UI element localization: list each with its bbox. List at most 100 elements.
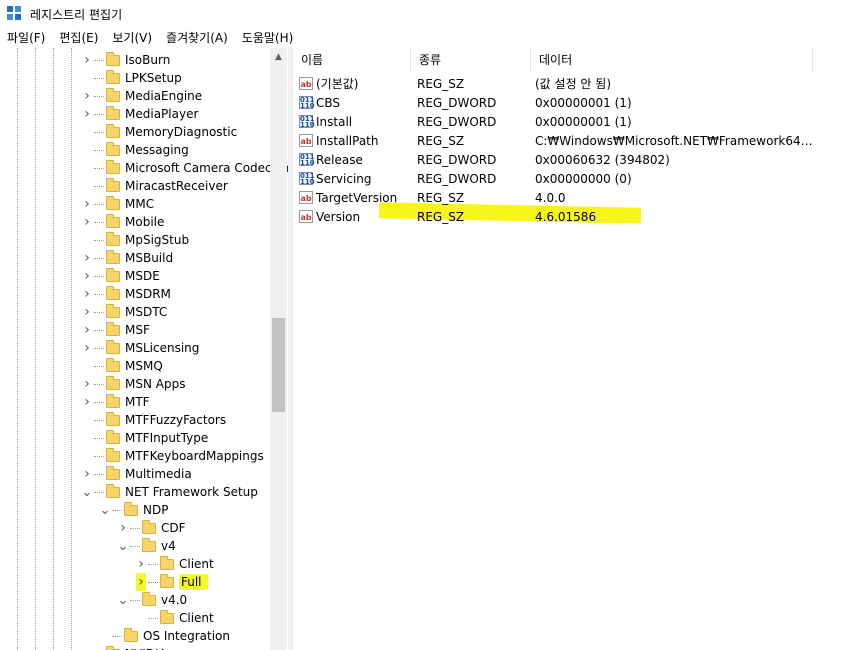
tree-node[interactable]: OS Integration [100,627,230,645]
tree-node[interactable]: › Full [136,573,208,591]
column-header-name[interactable]: 이름 [293,48,411,72]
tree-node-label[interactable]: MMC [125,197,154,211]
tree-node-label[interactable]: Client [179,611,214,625]
tree-node[interactable]: MTFKeyboardMappings [82,447,264,465]
tree-node-label[interactable]: MpSigStub [125,233,189,247]
tree-node[interactable]: › MTF [82,393,150,411]
expand-chevron-icon[interactable]: › [82,195,92,213]
tree-node-label[interactable]: v4 [161,539,176,553]
tree-node[interactable]: Client [136,609,214,627]
collapse-chevron-icon[interactable]: ⌄ [82,483,93,501]
tree-node[interactable]: › MSLicensing [82,339,199,357]
tree-node[interactable]: › MediaPlayer [82,105,198,123]
value-name-cell[interactable]: 011 110 Release [293,153,411,167]
tree-node-label[interactable]: MemoryDiagnostic [125,125,237,139]
expand-chevron-icon[interactable]: › [82,645,92,650]
tree-node[interactable]: LPKSetup [82,69,182,87]
tree-node[interactable]: › MSN Apps [82,375,185,393]
value-row[interactable]: 011 110 Release REG_DWORD 0x00060632 (394802… [293,150,864,169]
tree-node[interactable]: Microsoft Camera Codec Pa [82,159,288,177]
tree-node-label[interactable]: MSDRM [125,287,171,301]
tree-node-label[interactable]: v4.0 [161,593,187,607]
tree-node[interactable]: › CDF [118,519,186,537]
expand-chevron-icon[interactable]: › [136,555,146,573]
tree-node-label[interactable]: MTF [125,395,150,409]
expand-chevron-icon[interactable]: › [82,465,92,483]
scroll-up-arrow-icon[interactable]: ▲ [270,48,287,65]
value-row[interactable]: 011 110 Servicing REG_DWORD 0x00000000 (0) [293,169,864,188]
value-row[interactable]: ab (기본값) REG_SZ (값 설정 안 됨) [293,74,864,93]
value-row[interactable]: ab TargetVersion REG_SZ 4.0.0 [293,188,864,207]
tree-node-label[interactable]: Messaging [125,143,189,157]
tree-node-label[interactable]: Microsoft Camera Codec Pa [125,161,288,175]
tree-node-label[interactable]: MediaPlayer [125,107,198,121]
expand-chevron-icon[interactable]: › [82,105,92,123]
tree-node[interactable]: ›NVIDIA [82,645,167,650]
tree-node[interactable]: › MSDRM [82,285,171,303]
tree-node-label[interactable]: LPKSetup [125,71,182,85]
tree-node[interactable]: › MediaEngine [82,87,202,105]
tree-node-label[interactable]: Mobile [125,215,164,229]
value-name-cell[interactable]: ab (기본값) [293,75,411,92]
registry-values-list[interactable]: 이름 종류 데이터 ab (기본값) REG_SZ (값 설정 안 됨) 011 110 C… [293,48,864,650]
value-name-cell[interactable]: 011 110 CBS [293,96,411,110]
tree-node[interactable]: › MSBuild [82,249,173,267]
collapse-chevron-icon[interactable]: ⌄ [100,501,111,519]
tree-node[interactable]: MTFInputType [82,429,208,447]
tree-node-label[interactable]: MSBuild [125,251,173,265]
tree-node-label[interactable]: Multimedia [125,467,192,481]
value-name-cell[interactable]: ab Version [293,210,411,224]
expand-chevron-icon[interactable]: › [82,51,92,69]
collapse-chevron-icon[interactable]: ⌄ [118,591,129,609]
tree-node[interactable]: › MSDTC [82,303,167,321]
value-name-cell[interactable]: 011 110 Servicing [293,172,411,186]
tree-node[interactable]: › MMC [82,195,154,213]
tree-node-label[interactable]: MiracastReceiver [125,179,228,193]
tree-node-label[interactable]: NET Framework Setup [125,485,258,499]
collapse-chevron-icon[interactable]: ⌄ [118,537,129,555]
value-name-cell[interactable]: 011 110 Install [293,115,411,129]
tree-node-label[interactable]: MSLicensing [125,341,199,355]
tree-node-label[interactable]: MTFKeyboardMappings [125,449,264,463]
tree-node-label[interactable]: MSMQ [125,359,163,373]
menu-edit[interactable]: 편집(E) [52,28,105,48]
tree-node[interactable]: ⌄ v4 [118,537,176,555]
tree-node[interactable]: ⌄ NDP [100,501,168,519]
expand-chevron-icon[interactable]: › [82,303,92,321]
tree-node[interactable]: › Mobile [82,213,164,231]
tree-node-label[interactable]: CDF [161,521,186,535]
expand-chevron-icon[interactable]: › [118,519,128,537]
expand-chevron-icon[interactable]: › [82,267,92,285]
expand-chevron-icon[interactable]: › [82,249,92,267]
value-name-cell[interactable]: ab TargetVersion [293,191,411,205]
column-header-type[interactable]: 종류 [411,48,531,72]
expand-chevron-icon[interactable]: › [136,573,146,591]
tree-vertical-scrollbar[interactable]: ▲ [270,48,287,650]
tree-node-label[interactable]: MSN Apps [125,377,185,391]
tree-node-label[interactable]: MediaEngine [125,89,202,103]
tree-node-label[interactable]: Client [179,557,214,571]
value-name-cell[interactable]: ab InstallPath [293,134,411,148]
expand-chevron-icon[interactable]: › [82,393,92,411]
tree-node-label[interactable]: MTFInputType [125,431,208,445]
scroll-thumb[interactable] [272,318,285,412]
expand-chevron-icon[interactable]: › [82,321,92,339]
tree-node[interactable]: › Multimedia [82,465,192,483]
expand-chevron-icon[interactable]: › [82,375,92,393]
value-row[interactable]: 011 110 Install REG_DWORD 0x00000001 (1) [293,112,864,131]
tree-node-label[interactable]: IsoBurn [125,53,170,67]
expand-chevron-icon[interactable]: › [82,285,92,303]
tree-node[interactable]: MpSigStub [82,231,189,249]
tree-node[interactable]: MiracastReceiver [82,177,228,195]
tree-node[interactable]: ⌄ v4.0 [118,591,187,609]
value-row[interactable]: ab InstallPath REG_SZ C:₩Windows₩Microsoft.… [293,131,864,150]
tree-node[interactable]: › MSDE [82,267,160,285]
expand-chevron-icon[interactable]: › [82,339,92,357]
tree-node[interactable]: MSMQ [82,357,163,375]
column-header-data[interactable]: 데이터 [531,48,813,72]
menu-view[interactable]: 보기(V) [105,28,159,48]
registry-key-tree[interactable]: › IsoBurn LPKSetup › MediaEngine › MediaPlayer… [0,48,289,650]
tree-node[interactable]: MemoryDiagnostic [82,123,237,141]
tree-node-label[interactable]: OS Integration [143,629,230,643]
tree-node[interactable]: › IsoBurn [82,51,170,69]
